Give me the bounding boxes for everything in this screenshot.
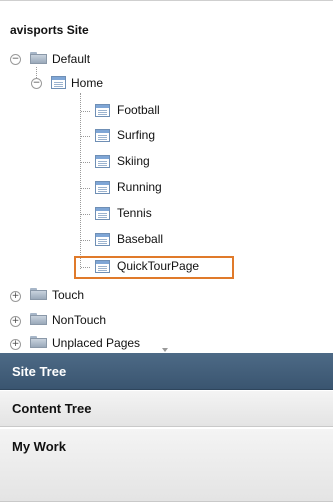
tree-node-football[interactable]: Football: [117, 103, 160, 117]
tree-node-skiing[interactable]: Skiing: [117, 154, 150, 168]
page-icon: [95, 155, 110, 168]
accordion-site-tree[interactable]: Site Tree: [0, 353, 333, 390]
panel-title: avisports Site: [10, 23, 89, 37]
page-icon: [95, 129, 110, 142]
page-icon: [95, 233, 110, 246]
tree-node-running[interactable]: Running: [117, 180, 162, 194]
tree-node-default[interactable]: Default: [52, 52, 90, 66]
folder-icon: [30, 313, 47, 325]
collapse-default-toggle[interactable]: −: [10, 54, 21, 65]
page-icon: [51, 76, 66, 89]
tree-node-surfing[interactable]: Surfing: [117, 128, 155, 142]
site-tree-panel: avisports Site − Default − Home Football…: [0, 0, 333, 354]
tree-node-tennis[interactable]: Tennis: [117, 206, 152, 220]
expand-touch-toggle[interactable]: +: [10, 291, 21, 302]
tree-node-quicktourpage[interactable]: QuickTourPage: [117, 259, 199, 273]
folder-icon: [30, 336, 47, 348]
expand-unplaced-pages-toggle[interactable]: +: [10, 339, 21, 350]
panel-resize-grip-icon[interactable]: [162, 348, 168, 352]
accordion-my-work[interactable]: My Work: [0, 428, 333, 502]
page-icon: [95, 104, 110, 117]
page-icon: [95, 207, 110, 220]
collapse-home-toggle[interactable]: −: [31, 78, 42, 89]
tree-node-touch[interactable]: Touch: [52, 288, 84, 302]
folder-icon: [30, 288, 47, 300]
expand-nontouch-toggle[interactable]: +: [10, 316, 21, 327]
folder-icon: [30, 52, 47, 64]
tree-node-baseball[interactable]: Baseball: [117, 232, 163, 246]
tree-node-nontouch[interactable]: NonTouch: [52, 313, 106, 327]
tree-node-unplaced-pages[interactable]: Unplaced Pages: [52, 336, 140, 350]
accordion-content-tree[interactable]: Content Tree: [0, 390, 333, 427]
tree-node-home[interactable]: Home: [71, 76, 103, 90]
page-icon: [95, 260, 110, 273]
page-icon: [95, 181, 110, 194]
